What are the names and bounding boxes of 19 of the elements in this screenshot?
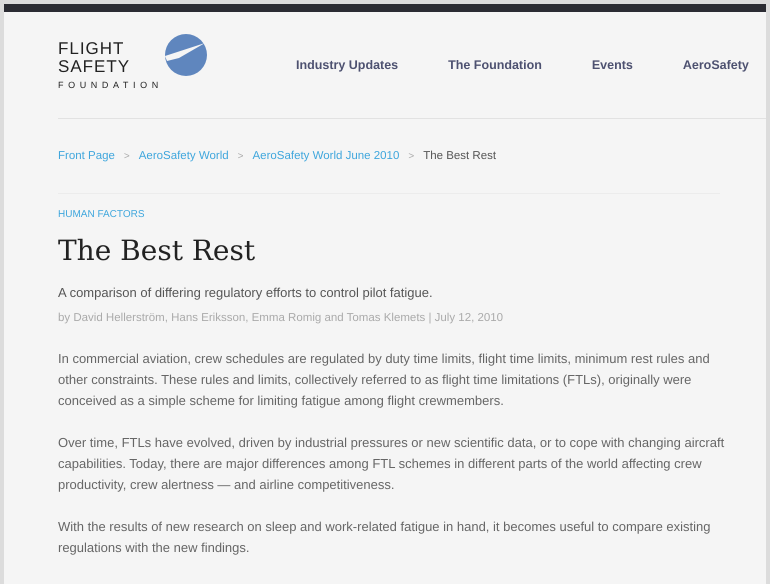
article-paragraph: In commercial aviation, crew schedules are regulated by duty time limits, flight time limits, minimum rest rules and other constraints. These rules and limits, collectively referred to as flight time limitations (FTLs), originally were conceived as a simple scheme for limiting fatigue among flight crewmembers. (58, 350, 711, 410)
nav-link[interactable]: Industry Updates (296, 58, 398, 72)
article-paragraph: Over time, FTLs have evolved, driven by industrial pressures or new scientific data, or to cope with changing aircraft capabilities. Today, there are major differences among FTL schemes in different parts of the world affecting crew productivity, crew alertness — and airline competitiveness. (58, 434, 726, 494)
article-title: The Best Rest (58, 234, 256, 267)
category-label: HUMAN FACTORS (58, 209, 146, 220)
breadcrumb-separator: > (408, 150, 414, 162)
breadcrumb-current: The Best Rest (423, 150, 496, 162)
nav-link[interactable]: Events (592, 58, 633, 72)
nav-link[interactable]: AeroSafety (682, 58, 749, 72)
logo-text: SAFETY (58, 58, 132, 76)
logo-text: FOUNDATION (58, 80, 163, 90)
airplane-logo-icon (164, 34, 207, 76)
logo-text: FLIGHT (58, 40, 126, 58)
breadcrumb-separator: > (238, 150, 244, 162)
article-byline: by David Hellerström, Hans Eriksson, Emma Romig and Tomas Klemets | July 12, 2010 (58, 312, 504, 324)
breadcrumb-separator: > (124, 150, 130, 162)
article-paragraph: With the results of new research on sleep and work-related fatigue in hand, it becomes useful to compare existing regulations with the new findings. (58, 518, 712, 557)
article-subtitle: A comparison of differing regulatory efforts to control pilot fatigue. (58, 285, 434, 300)
nav-link[interactable]: The Foundation (448, 58, 542, 72)
